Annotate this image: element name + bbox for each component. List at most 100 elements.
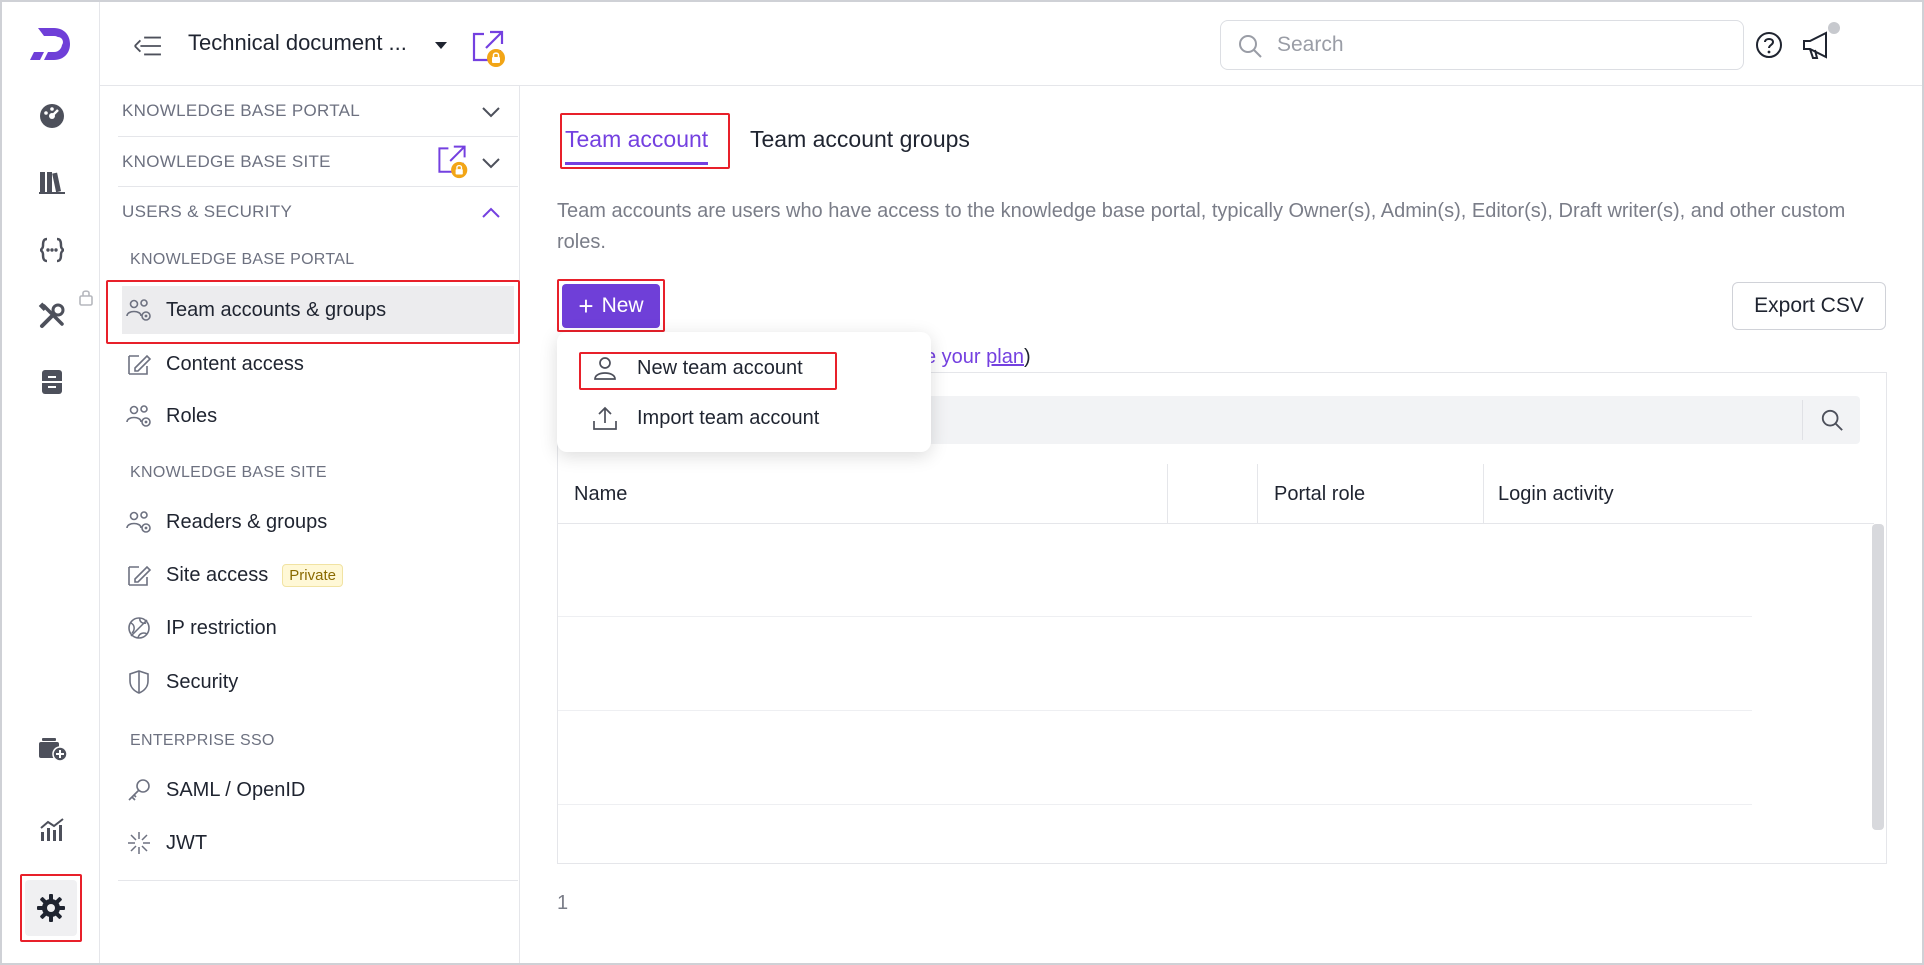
menu-item-label: Import team account — [637, 406, 820, 429]
plan-text-close: ) — [1023, 346, 1031, 368]
active-tab-underline — [565, 162, 709, 165]
private-badge: Private — [282, 563, 343, 587]
search-input[interactable] — [1277, 21, 1717, 69]
globe-restriction-icon — [124, 613, 154, 643]
edit-document-icon — [124, 560, 154, 590]
shield-icon — [124, 667, 154, 697]
search-icon[interactable] — [1802, 400, 1860, 440]
analytics-icon[interactable] — [30, 808, 74, 852]
new-dropdown-menu: New team account Import team account — [557, 332, 931, 452]
chevron-down-icon — [480, 101, 502, 123]
sidebar-item-label: Roles — [166, 404, 218, 427]
sidebar-item-roles[interactable]: Roles — [122, 392, 514, 440]
search-box[interactable] — [1220, 20, 1744, 70]
column-header-portal-role[interactable]: Portal role — [1274, 464, 1365, 524]
lock-icon — [78, 288, 94, 306]
sidebar-item-label: Readers & groups — [166, 510, 328, 533]
group-label-site: KNOWLEDGE BASE SITE — [130, 464, 327, 481]
plan-text-fragment: e your — [925, 346, 981, 368]
sidebar-item-jwt[interactable]: JWT — [122, 819, 514, 867]
column-header-login-activity[interactable]: Login activity — [1498, 464, 1614, 524]
column-divider — [1257, 464, 1258, 524]
dashboard-icon[interactable] — [30, 94, 74, 138]
page-description: Team accounts are users who have access … — [557, 200, 1846, 253]
sidebar-item-label: Team accounts & groups — [166, 298, 387, 321]
open-external-locked-icon[interactable] — [468, 28, 508, 68]
group-label-sso: ENTERPRISE SSO — [130, 732, 275, 749]
column-divider — [1483, 464, 1484, 524]
sidebar-item-ip-restriction[interactable]: IP restriction — [122, 604, 514, 652]
settings-button[interactable] — [20, 874, 82, 942]
sidebar-item-label: Content access — [166, 352, 304, 375]
upload-icon — [591, 404, 619, 432]
library-icon[interactable] — [30, 160, 74, 204]
table-row-divider — [558, 804, 1752, 805]
settings-sidebar: KNOWLEDGE BASE PORTAL KNOWLEDGE BASE SIT… — [100, 86, 520, 963]
tab-team-account[interactable]: Team account — [565, 126, 709, 165]
table-scrollbar[interactable] — [1872, 524, 1884, 830]
project-name[interactable]: Technical document ... — [188, 30, 407, 56]
add-workspace-icon[interactable] — [30, 726, 74, 770]
section-knowledge-base-site[interactable]: KNOWLEDGE BASE SITE — [122, 137, 510, 187]
jwt-icon — [124, 828, 154, 858]
menu-item-new-team-account[interactable]: New team account — [591, 348, 803, 388]
sidebar-item-label: SAML / OpenID — [166, 778, 306, 801]
tools-icon[interactable] — [30, 294, 74, 338]
plan-notice: e your plan) — [925, 346, 1031, 369]
api-icon[interactable] — [30, 228, 74, 272]
table-row-divider — [558, 616, 1752, 617]
column-divider — [1167, 464, 1168, 524]
sidebar-item-label: Security — [166, 670, 239, 693]
tab-team-account-groups[interactable]: Team account groups — [750, 126, 970, 153]
icon-rail — [2, 2, 100, 963]
plus-icon: + — [578, 291, 594, 321]
sidebar-item-label: Site access — [166, 563, 269, 586]
sidebar-item-content-access[interactable]: Content access — [122, 340, 514, 388]
help-icon[interactable] — [1754, 30, 1784, 60]
chevron-up-icon — [480, 202, 502, 224]
tab-label: Team account — [565, 126, 709, 152]
chevron-down-icon — [480, 152, 502, 174]
group-label-portal: KNOWLEDGE BASE PORTAL — [130, 251, 355, 268]
user-icon — [591, 354, 619, 382]
page-number[interactable]: 1 — [557, 892, 568, 915]
sidebar-item-team-accounts[interactable]: Team accounts & groups — [122, 286, 514, 334]
divider — [118, 880, 518, 881]
section-knowledge-base-portal[interactable]: KNOWLEDGE BASE PORTAL — [122, 86, 510, 136]
export-csv-button[interactable]: Export CSV — [1732, 282, 1886, 330]
section-label: KNOWLEDGE BASE PORTAL — [122, 101, 361, 120]
section-label: KNOWLEDGE BASE SITE — [122, 152, 331, 171]
gear-icon — [25, 880, 77, 936]
tab-label: Team account groups — [750, 126, 970, 152]
search-icon — [1237, 33, 1263, 59]
top-bar: Technical document ... — [100, 2, 1922, 86]
sidebar-item-saml[interactable]: SAML / OpenID — [122, 766, 514, 814]
sidebar-item-label: IP restriction — [166, 616, 277, 639]
notification-dot — [1828, 22, 1840, 34]
sidebar-item-security[interactable]: Security — [122, 658, 514, 706]
caret-down-icon[interactable] — [434, 38, 448, 52]
open-external-locked-icon[interactable] — [434, 143, 470, 181]
users-gear-icon — [124, 401, 154, 431]
section-users-security[interactable]: USERS & SECURITY — [122, 187, 510, 237]
section-label: USERS & SECURITY — [122, 202, 293, 221]
key-icon — [124, 775, 154, 805]
menu-item-label: New team account — [637, 356, 803, 379]
collapse-sidebar-icon[interactable] — [126, 28, 166, 64]
table-header: Name Portal role Login activity — [558, 464, 1874, 524]
table-row-divider — [558, 710, 1752, 711]
archive-icon[interactable] — [30, 360, 74, 404]
sidebar-item-readers[interactable]: Readers & groups — [122, 498, 514, 546]
plan-link[interactable]: plan — [986, 346, 1024, 368]
menu-item-import-team-account[interactable]: Import team account — [591, 398, 819, 438]
column-header-name[interactable]: Name — [574, 464, 627, 524]
users-gear-icon — [124, 295, 154, 325]
sidebar-item-label: JWT — [166, 831, 208, 854]
new-button-label: New — [601, 294, 644, 317]
users-gear-icon — [124, 507, 154, 537]
edit-document-icon — [124, 349, 154, 379]
app-logo[interactable] — [30, 22, 74, 66]
sidebar-item-site-access[interactable]: Site access Private — [122, 551, 514, 599]
new-button[interactable]: + New — [562, 284, 660, 328]
column-header-blank — [1170, 464, 1256, 524]
